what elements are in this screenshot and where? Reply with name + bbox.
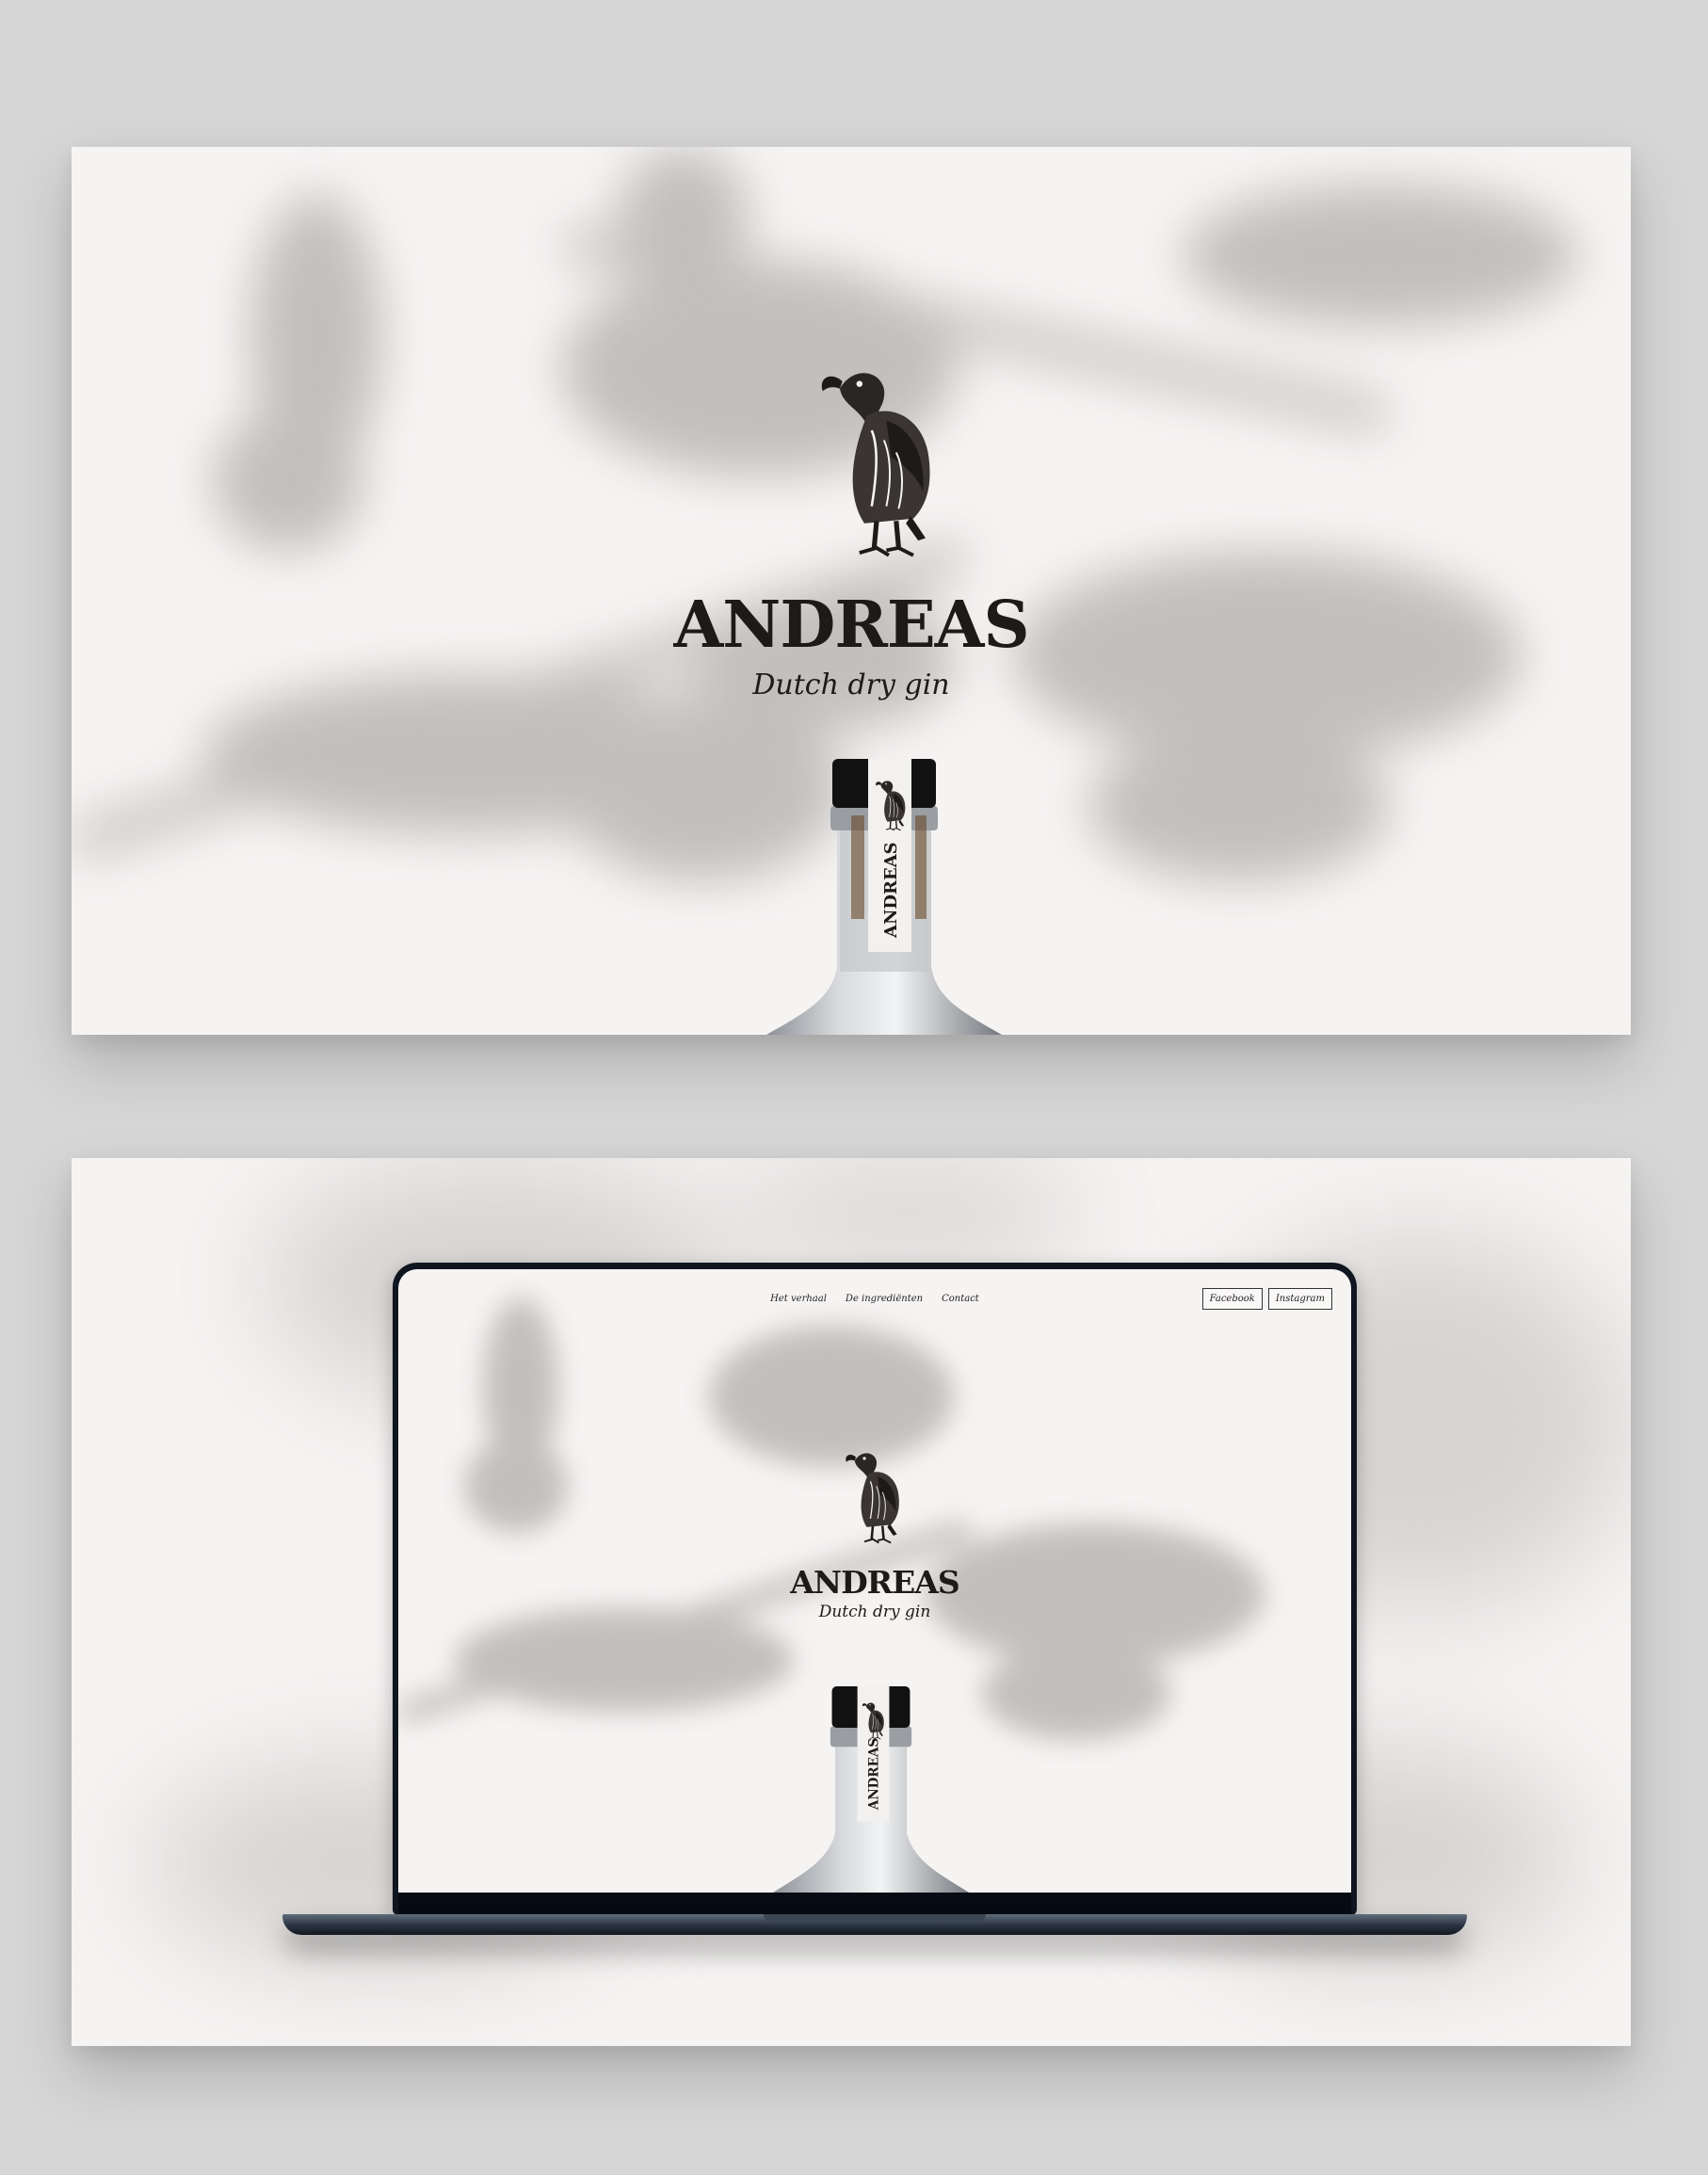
bottle-label-small: ANDREAS	[867, 1738, 882, 1811]
gin-bottle-image: ANDREAS	[766, 759, 1002, 1035]
brand-tagline-small: Dutch dry gin	[818, 1603, 931, 1621]
nav-link-het-verhaal[interactable]: Het verhaal	[770, 1294, 827, 1304]
laptop-mockup-panel: Het verhaal De ingrediënten Contact Face…	[72, 1158, 1631, 2046]
laptop-opening-notch	[764, 1914, 986, 1923]
bottle-label: ANDREAS	[881, 842, 901, 939]
instagram-button[interactable]: Instagram	[1267, 1288, 1332, 1310]
laptop-base	[282, 1914, 1467, 1935]
laptop-bezel-bottom	[398, 1893, 1351, 1915]
nav-link-ingredienten[interactable]: De ingrediënten	[846, 1294, 923, 1304]
vulture-icon	[843, 1443, 903, 1547]
brand-name-small: ANDREAS	[790, 1564, 959, 1601]
brand-name: ANDREAS	[673, 588, 1029, 663]
laptop-screen: Het verhaal De ingrediënten Contact Face…	[398, 1269, 1351, 1893]
nav-link-contact[interactable]: Contact	[942, 1294, 979, 1304]
facebook-button[interactable]: Facebook	[1201, 1288, 1263, 1310]
hero-panel-large: ANDREAS Dutch dry gin ANDREAS	[72, 147, 1631, 1035]
gin-bottle-image-small: ANDREAS	[772, 1686, 970, 1893]
social-links: Facebook Instagram	[1201, 1288, 1332, 1310]
laptop-frame: Het verhaal De ingrediënten Contact Face…	[393, 1263, 1357, 1915]
vulture-icon	[815, 354, 938, 563]
brand-tagline: Dutch dry gin	[752, 669, 950, 701]
